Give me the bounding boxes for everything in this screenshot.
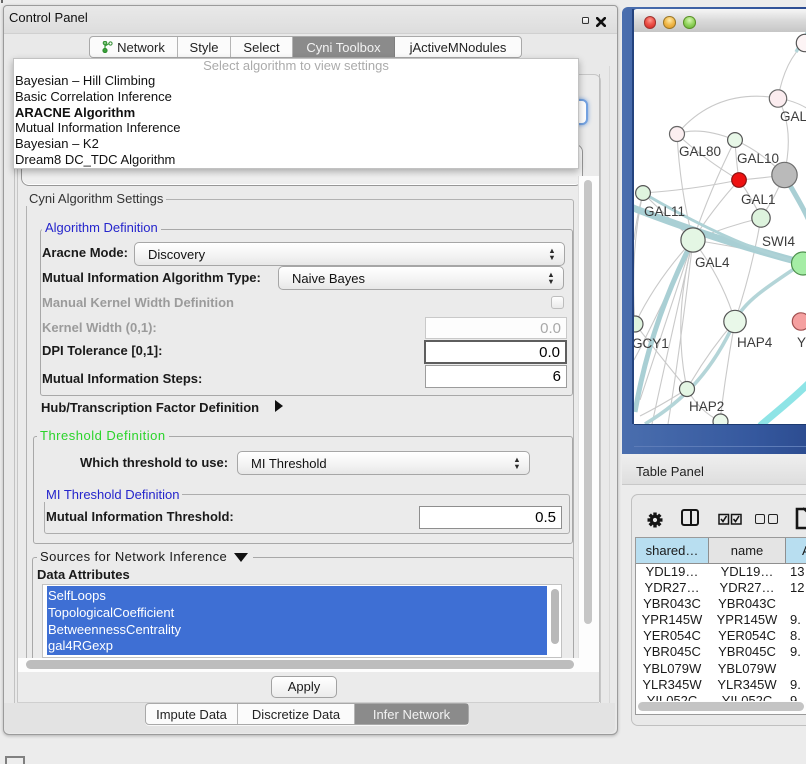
svg-text:GAL11: GAL11 bbox=[644, 204, 685, 219]
svg-text:GAL1: GAL1 bbox=[741, 192, 776, 207]
svg-text:GAL2: GAL2 bbox=[780, 109, 806, 124]
svg-text:HAP2: HAP2 bbox=[689, 399, 724, 414]
svg-text:GAL10: GAL10 bbox=[737, 151, 779, 166]
svg-text:Y: Y bbox=[797, 335, 806, 350]
svg-text:GAL80: GAL80 bbox=[679, 144, 721, 159]
svg-text:GCY1: GCY1 bbox=[634, 336, 669, 351]
svg-text:SWI4: SWI4 bbox=[762, 234, 795, 249]
svg-text:HAP4: HAP4 bbox=[737, 335, 773, 350]
svg-text:GAL4: GAL4 bbox=[695, 255, 730, 270]
